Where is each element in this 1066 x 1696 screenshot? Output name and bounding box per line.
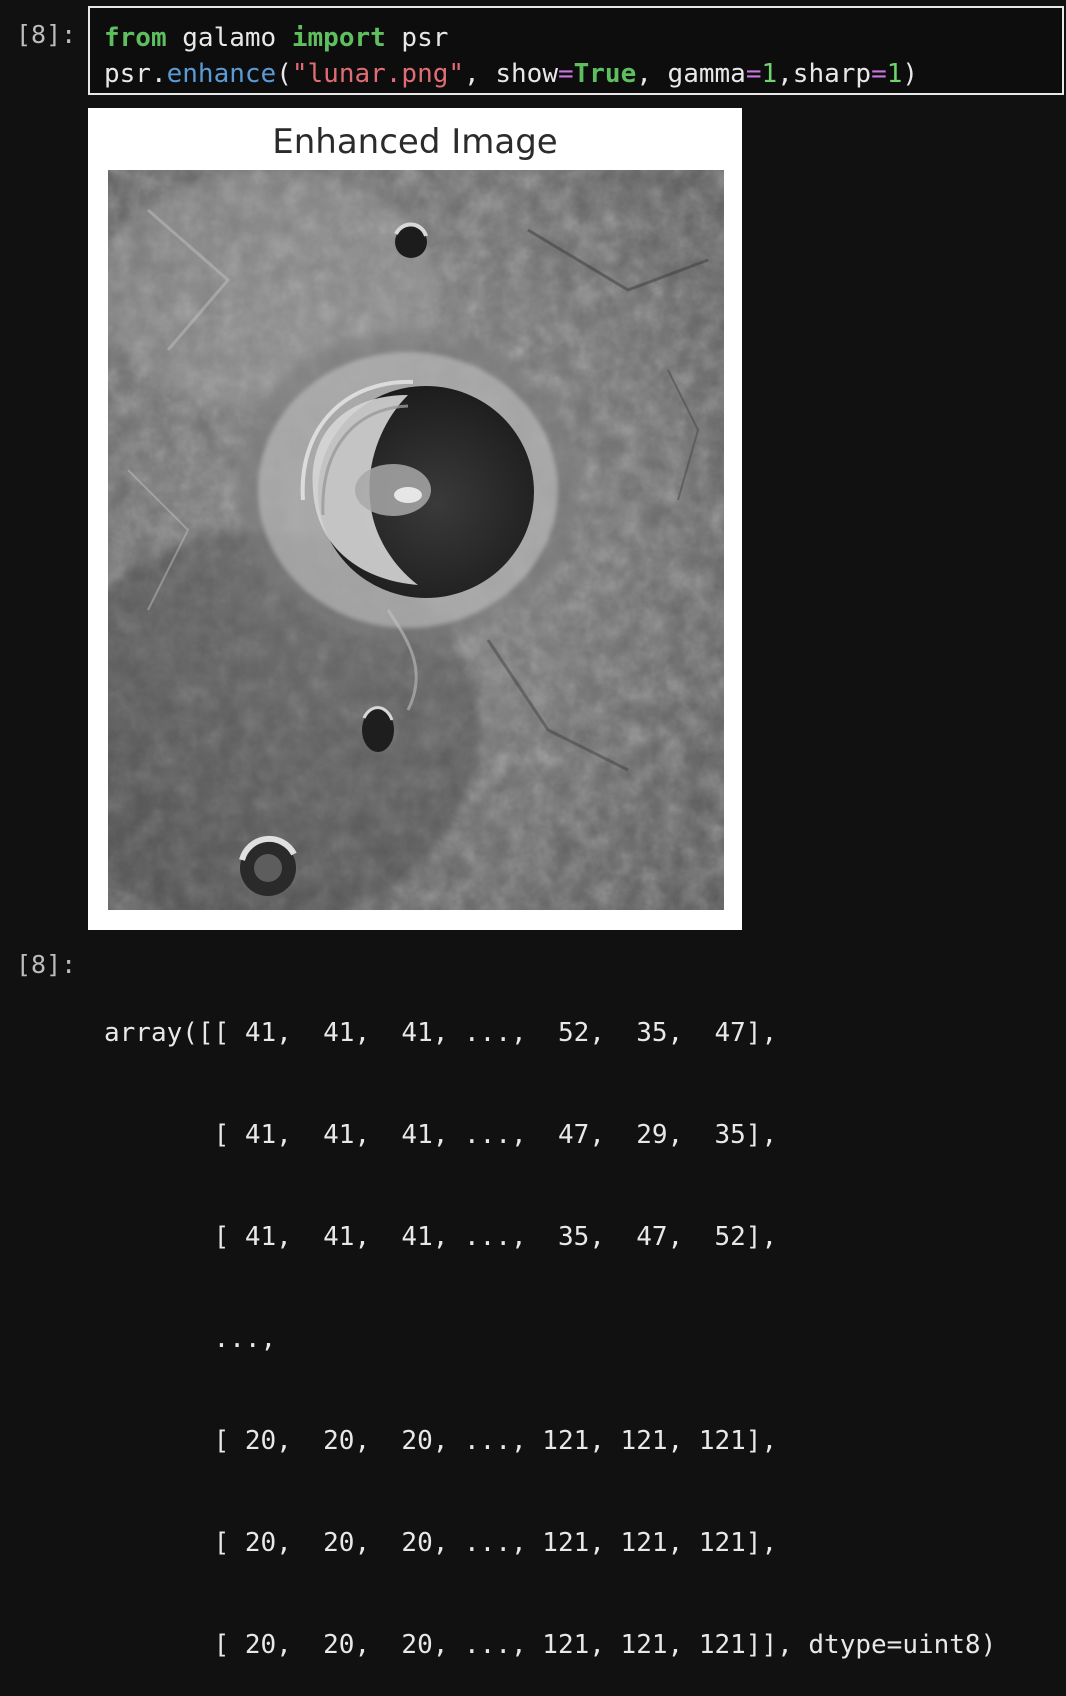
code-line-2: psr.enhance("lunar.png", show=True, gamm… bbox=[104, 56, 1062, 92]
keyword-import: import bbox=[291, 23, 386, 53]
output-line: [ 20, 20, 20, ..., 121, 121, 121], bbox=[104, 1426, 778, 1456]
paren-close: ) bbox=[902, 59, 919, 89]
true-keyword: True bbox=[573, 59, 637, 89]
equals-op: = bbox=[871, 59, 887, 89]
number-literal: 1 bbox=[761, 59, 778, 89]
output-prompt: [8]: bbox=[16, 950, 77, 979]
figure-title: Enhanced Image bbox=[272, 122, 558, 162]
object-ref: psr. bbox=[104, 59, 167, 89]
module-name: galamo bbox=[166, 23, 292, 53]
arg-sharp: ,sharp bbox=[777, 59, 872, 89]
arg-gamma: , gamma bbox=[636, 59, 746, 89]
code-line-1: from galamo import psr bbox=[104, 20, 1062, 56]
array-output: array([[ 41, 41, 41, ..., 52, 35, 47], [… bbox=[104, 948, 996, 1696]
function-name: enhance bbox=[166, 59, 277, 89]
imported-name: psr bbox=[385, 23, 449, 53]
output-line: ..., bbox=[104, 1324, 277, 1354]
string-arg: "lunar.png" bbox=[291, 59, 465, 89]
output-line: [ 41, 41, 41, ..., 47, 29, 35], bbox=[104, 1120, 778, 1150]
arg-show: , show bbox=[464, 59, 558, 89]
equals-op: = bbox=[745, 59, 762, 89]
output-line: [ 41, 41, 41, ..., 35, 47, 52], bbox=[104, 1222, 778, 1252]
number-literal: 1 bbox=[886, 59, 903, 89]
output-line: array([[ 41, 41, 41, ..., 52, 35, 47], bbox=[104, 1018, 778, 1048]
paren-open: ( bbox=[276, 59, 292, 89]
code-cell-input[interactable]: from galamo import psr psr.enhance("luna… bbox=[88, 6, 1064, 95]
keyword-from: from bbox=[104, 23, 167, 53]
lunar-image bbox=[108, 170, 724, 910]
input-prompt: [8]: bbox=[16, 20, 77, 49]
figure-output: Enhanced Image bbox=[88, 108, 742, 930]
output-line: [ 20, 20, 20, ..., 121, 121, 121]], dtyp… bbox=[104, 1630, 997, 1660]
equals-op: = bbox=[557, 59, 574, 89]
output-line: [ 20, 20, 20, ..., 121, 121, 121], bbox=[104, 1528, 778, 1558]
